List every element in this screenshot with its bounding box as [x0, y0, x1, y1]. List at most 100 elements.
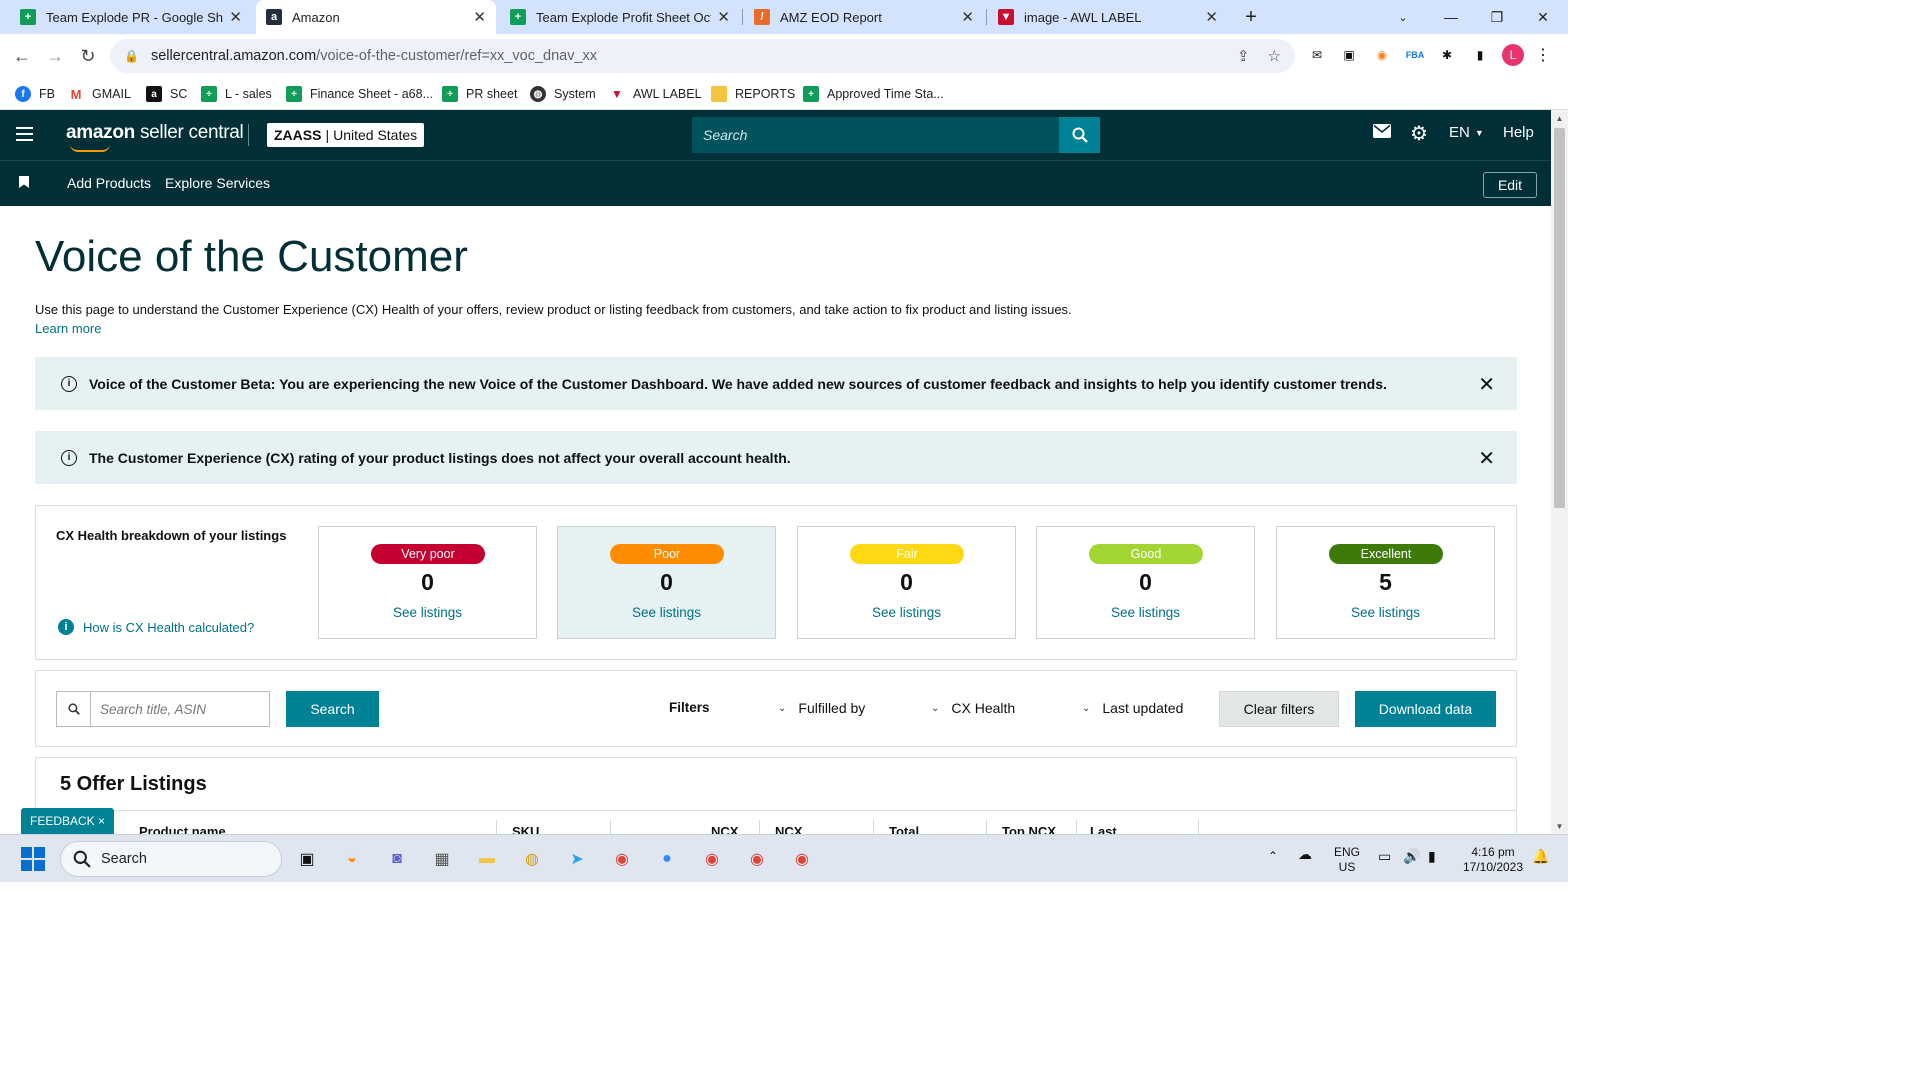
- bookmark-awl-label[interactable]: ▼ AWL LABEL: [609, 84, 702, 104]
- language-selector[interactable]: EN ▼: [1449, 124, 1484, 141]
- app-icon[interactable]: ◍: [517, 844, 547, 874]
- see-listings-link[interactable]: See listings: [319, 605, 536, 620]
- chrome-icon[interactable]: ◉: [742, 844, 772, 874]
- cx-health-card-good[interactable]: Good 0 See listings: [1036, 526, 1255, 639]
- new-tab-icon[interactable]: +: [1228, 0, 1274, 34]
- browser-tab[interactable]: + Team Explode PR - Google Shee ✕: [10, 0, 252, 34]
- app-icon[interactable]: ◒: [337, 844, 367, 874]
- feedback-button[interactable]: FEEDBACK ×: [21, 808, 114, 834]
- close-tab-icon[interactable]: ✕: [717, 8, 730, 26]
- see-listings-link[interactable]: See listings: [1277, 605, 1494, 620]
- download-data-button[interactable]: Download data: [1355, 691, 1496, 727]
- bookmark-pin-icon[interactable]: [19, 176, 29, 191]
- bookmark-finance-sheet[interactable]: + Finance Sheet - a68...: [286, 84, 433, 104]
- close-icon[interactable]: ✕: [1478, 446, 1495, 471]
- close-window-icon[interactable]: ✕: [1520, 0, 1566, 34]
- browser-tab[interactable]: / AMZ EOD Report ✕: [744, 0, 984, 34]
- extensions-puzzle-icon[interactable]: ✱: [1436, 44, 1458, 66]
- browser-tab-active[interactable]: a Amazon ✕: [256, 0, 496, 34]
- file-explorer-icon[interactable]: ▬: [472, 844, 502, 874]
- onedrive-cloud-icon[interactable]: ☁: [1298, 847, 1312, 862]
- close-tab-icon[interactable]: ✕: [229, 8, 242, 26]
- see-listings-link[interactable]: See listings: [798, 605, 1015, 620]
- learn-more-link[interactable]: Learn more: [35, 321, 101, 336]
- seller-central-logo[interactable]: amazon seller central: [66, 122, 244, 152]
- nav-explore-services[interactable]: Explore Services: [165, 175, 270, 191]
- windows-start-icon[interactable]: [18, 844, 48, 874]
- tab-search-chevron-icon[interactable]: ⌄: [1380, 0, 1426, 34]
- minimize-icon[interactable]: —: [1428, 0, 1474, 34]
- last-updated-dropdown[interactable]: ⌄ Last updated: [1082, 700, 1183, 716]
- see-listings-link[interactable]: See listings: [1037, 605, 1254, 620]
- settings-gear-icon[interactable]: ⚙: [1410, 121, 1428, 146]
- see-listings-link[interactable]: See listings: [558, 605, 775, 620]
- battery-icon[interactable]: ▮: [1428, 849, 1436, 864]
- fulfilled-by-dropdown[interactable]: ⌄ Fulfilled by: [778, 700, 865, 716]
- taskbar-search[interactable]: Search: [60, 841, 282, 877]
- bookmark-system[interactable]: ◍ System: [530, 84, 596, 104]
- more-menu-icon[interactable]: ⋮: [1532, 44, 1554, 66]
- notification-bell-icon[interactable]: 🔔: [1532, 849, 1549, 864]
- chevron-up-icon[interactable]: ⌃: [1268, 849, 1278, 864]
- address-bar[interactable]: 🔒 sellercentral.amazon.com/voice-of-the-…: [110, 39, 1295, 73]
- cx-health-card-excellent[interactable]: Excellent 5 See listings: [1276, 526, 1495, 639]
- extension-icon[interactable]: ✉: [1306, 44, 1328, 66]
- input-language[interactable]: ENG US: [1334, 845, 1360, 875]
- close-tab-icon[interactable]: ✕: [473, 8, 486, 26]
- forward-icon[interactable]: →: [41, 42, 69, 70]
- cx-health-card-very-poor[interactable]: Very poor 0 See listings: [318, 526, 537, 639]
- scrollbar-thumb[interactable]: [1554, 128, 1565, 508]
- page-scrollbar[interactable]: ▲ ▼: [1551, 110, 1568, 834]
- back-icon[interactable]: ←: [8, 42, 36, 70]
- side-panel-icon[interactable]: ▮: [1469, 44, 1491, 66]
- extension-icon[interactable]: ◉: [1371, 44, 1393, 66]
- listing-search-input[interactable]: Search title, ASIN: [91, 692, 269, 726]
- network-icon[interactable]: ▭: [1378, 849, 1391, 864]
- bookmark-pr-sheet[interactable]: + PR sheet: [442, 84, 517, 104]
- bookmark-l-sales[interactable]: + L - sales: [201, 84, 272, 104]
- volume-icon[interactable]: 🔊: [1403, 849, 1420, 864]
- bookmark-approved-time[interactable]: + Approved Time Sta...: [803, 84, 944, 104]
- cx-health-dropdown[interactable]: ⌄ CX Health: [931, 700, 1015, 716]
- bookmark-sc[interactable]: a SC: [146, 84, 187, 104]
- share-icon[interactable]: ⇪: [1237, 47, 1250, 65]
- hamburger-menu-icon[interactable]: [16, 127, 33, 141]
- profile-avatar[interactable]: L: [1502, 44, 1524, 66]
- edit-nav-button[interactable]: Edit: [1483, 172, 1537, 198]
- extension-icon[interactable]: ▣: [1338, 44, 1360, 66]
- bookmark-reports[interactable]: REPORTS: [711, 84, 795, 104]
- clear-filters-button[interactable]: Clear filters: [1219, 691, 1339, 727]
- chrome-icon[interactable]: ◉: [607, 844, 637, 874]
- header-search-button[interactable]: [1059, 117, 1100, 153]
- chrome-icon[interactable]: ◉: [787, 844, 817, 874]
- chrome-icon[interactable]: ◉: [697, 844, 727, 874]
- cx-health-card-poor[interactable]: Poor 0 See listings: [557, 526, 776, 639]
- clock[interactable]: 4:16 pm 17/10/2023: [1458, 845, 1528, 875]
- zoom-icon[interactable]: ●: [652, 844, 682, 874]
- header-search-input[interactable]: Search: [692, 117, 1059, 153]
- scroll-down-arrow-icon[interactable]: ▼: [1551, 818, 1568, 834]
- browser-tab[interactable]: + Team Explode Profit Sheet Octo ✕: [500, 0, 740, 34]
- telegram-icon[interactable]: ➤: [562, 844, 592, 874]
- reload-icon[interactable]: ↻: [74, 42, 102, 70]
- close-tab-icon[interactable]: ✕: [961, 8, 974, 26]
- cx-health-help-link[interactable]: i How is CX Health calculated?: [58, 619, 254, 635]
- calculator-icon[interactable]: ▦: [427, 844, 457, 874]
- account-switcher[interactable]: ZAASS | United States: [267, 123, 425, 147]
- bookmark-gmail[interactable]: M GMAIL: [68, 84, 131, 104]
- task-view-icon[interactable]: ▣: [292, 844, 322, 874]
- search-button[interactable]: Search: [286, 691, 379, 727]
- browser-tab[interactable]: ▼ image - AWL LABEL ✕: [988, 0, 1228, 34]
- teams-icon[interactable]: ◙: [382, 844, 412, 874]
- restore-icon[interactable]: ❐: [1474, 0, 1520, 34]
- mail-icon[interactable]: [1373, 124, 1391, 138]
- bookmark-star-icon[interactable]: ☆: [1268, 47, 1281, 65]
- cx-health-card-fair[interactable]: Fair 0 See listings: [797, 526, 1016, 639]
- bookmark-fb[interactable]: f FB: [15, 84, 55, 104]
- help-link[interactable]: Help: [1503, 124, 1534, 141]
- scroll-up-arrow-icon[interactable]: ▲: [1551, 110, 1568, 126]
- close-icon[interactable]: ✕: [1478, 372, 1495, 397]
- nav-add-products[interactable]: Add Products: [67, 175, 151, 191]
- fba-extension-icon[interactable]: FBA: [1404, 44, 1426, 66]
- close-tab-icon[interactable]: ✕: [1205, 8, 1218, 26]
